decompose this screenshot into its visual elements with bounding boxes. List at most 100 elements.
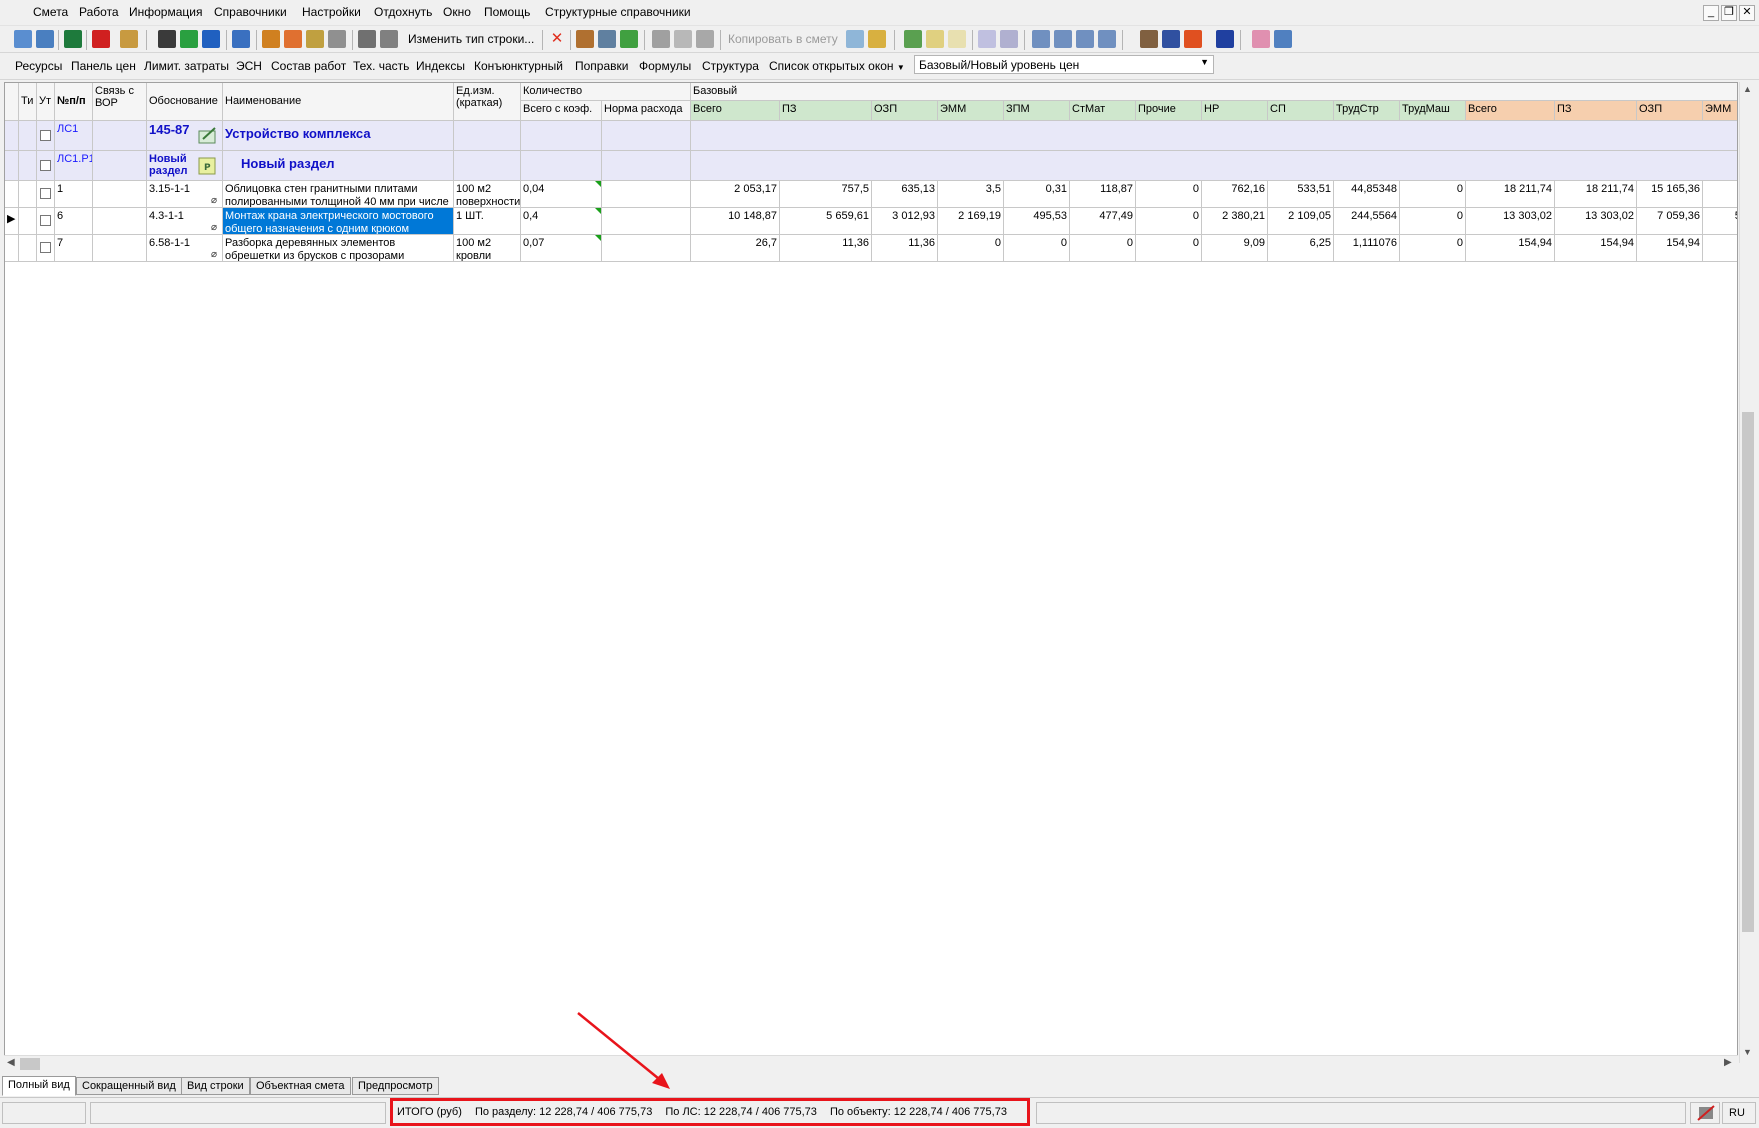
clipboard-icon[interactable] bbox=[868, 30, 886, 48]
filter-icon[interactable] bbox=[978, 30, 996, 48]
vor-cell[interactable] bbox=[93, 121, 147, 151]
base-value-cell[interactable]: 11,36 bbox=[780, 235, 872, 262]
recalc-icon[interactable] bbox=[232, 30, 250, 48]
vor-cell[interactable] bbox=[93, 151, 147, 181]
header-base-trudmash[interactable]: ТрудМаш bbox=[1400, 101, 1466, 121]
indexes-button[interactable]: Индексы bbox=[416, 59, 465, 73]
header-npp[interactable]: №п/п bbox=[55, 83, 93, 121]
norm-cell[interactable] bbox=[602, 235, 691, 262]
unit-cell[interactable] bbox=[454, 151, 521, 181]
car-icon[interactable] bbox=[1162, 30, 1180, 48]
npp-cell[interactable]: ЛС1 bbox=[55, 121, 93, 151]
header-new-ozp[interactable]: ОЗП bbox=[1637, 101, 1703, 121]
section-title[interactable]: Устройство комплекса bbox=[223, 121, 454, 151]
indent-in-icon[interactable] bbox=[1032, 30, 1050, 48]
menu-rabota[interactable]: Работа bbox=[79, 5, 119, 19]
pr-doc-icon[interactable] bbox=[948, 30, 966, 48]
header-base-nr[interactable]: НР bbox=[1202, 101, 1268, 121]
tab-short-view[interactable]: Сокращенный вид bbox=[76, 1077, 182, 1095]
move-up-icon[interactable] bbox=[576, 30, 594, 48]
qty-cell[interactable] bbox=[521, 121, 602, 151]
scroll-thumb[interactable] bbox=[20, 1058, 40, 1070]
search-icon[interactable] bbox=[120, 30, 138, 48]
vor-cell[interactable] bbox=[93, 181, 147, 208]
minimize-icon[interactable]: _ bbox=[1703, 5, 1719, 21]
base-value-cell[interactable]: 0 bbox=[1136, 235, 1202, 262]
move-icon[interactable] bbox=[598, 30, 616, 48]
add-row-icon[interactable] bbox=[14, 30, 32, 48]
machines-icon[interactable] bbox=[328, 30, 346, 48]
vor-cell[interactable] bbox=[93, 235, 147, 262]
new-value-cell[interactable]: 13 303,02 bbox=[1466, 208, 1555, 235]
row-checkbox[interactable] bbox=[40, 188, 51, 199]
header-base-pz[interactable]: ПЗ bbox=[780, 101, 872, 121]
hammer-icon[interactable] bbox=[1140, 30, 1158, 48]
equipment-icon[interactable] bbox=[380, 30, 398, 48]
undo-icon[interactable] bbox=[202, 30, 220, 48]
base-value-cell[interactable]: 0,31 bbox=[1004, 181, 1070, 208]
base-value-cell[interactable]: 757,5 bbox=[780, 181, 872, 208]
base-value-cell[interactable]: 2 169,19 bbox=[938, 208, 1004, 235]
copy-icon[interactable] bbox=[674, 30, 692, 48]
base-value-cell[interactable]: 0 bbox=[1136, 181, 1202, 208]
qty-cell[interactable]: 0,04 bbox=[521, 181, 602, 208]
header-qty-norm[interactable]: Норма расхода bbox=[602, 101, 691, 121]
resources-icon[interactable] bbox=[284, 30, 302, 48]
market-button[interactable]: Конъюнктурный bbox=[474, 59, 563, 73]
new-value-cell[interactable]: 13 303,02 bbox=[1555, 208, 1637, 235]
base-value-cell[interactable]: 3,5 bbox=[938, 181, 1004, 208]
refresh-icon[interactable] bbox=[180, 30, 198, 48]
npp-cell[interactable]: 7 bbox=[55, 235, 93, 262]
change-row-type-button[interactable]: Изменить тип строки... bbox=[408, 32, 534, 46]
header-vor[interactable]: Связь с ВОР bbox=[93, 83, 147, 121]
norm-cell[interactable] bbox=[602, 151, 691, 181]
base-value-cell[interactable]: 1,111076 bbox=[1334, 235, 1400, 262]
menu-otdokhnut[interactable]: Отдохнуть bbox=[374, 5, 432, 19]
row-checkbox[interactable] bbox=[40, 130, 51, 141]
header-base-prochie[interactable]: Прочие bbox=[1136, 101, 1202, 121]
menu-nastroyki[interactable]: Настройки bbox=[302, 5, 361, 19]
restore-icon[interactable]: ❐ bbox=[1721, 5, 1737, 21]
header-base-sp[interactable]: СП bbox=[1268, 101, 1334, 121]
header-unit[interactable]: Ед.изм. (краткая) bbox=[454, 83, 521, 121]
base-value-cell[interactable]: 6,25 bbox=[1268, 235, 1334, 262]
new-value-cell[interactable]: 154,94 bbox=[1637, 235, 1703, 262]
base-value-cell[interactable]: 0 bbox=[1400, 181, 1466, 208]
new-value-cell[interactable]: 15 165,36 bbox=[1637, 181, 1703, 208]
pdf-icon[interactable] bbox=[92, 30, 110, 48]
name-cell[interactable]: Разборка деревянных элементов обрешетки … bbox=[223, 235, 454, 262]
qty-cell[interactable]: 0,4 bbox=[521, 208, 602, 235]
menu-pomoshch[interactable]: Помощь bbox=[484, 5, 530, 19]
new-value-cell[interactable]: 5 0 bbox=[1703, 208, 1737, 235]
tab-preview[interactable]: Предпросмотр bbox=[352, 1077, 439, 1095]
row-checkbox[interactable] bbox=[40, 242, 51, 253]
truck-icon[interactable] bbox=[358, 30, 376, 48]
no-image-icon[interactable] bbox=[1690, 1102, 1720, 1124]
header-new-emm[interactable]: ЭММ bbox=[1703, 101, 1737, 121]
header-base-zpm[interactable]: ЗПМ bbox=[1004, 101, 1070, 121]
unit-cell[interactable]: 100 м2 поверхности bbox=[454, 181, 521, 208]
base-value-cell[interactable]: 3 012,93 bbox=[872, 208, 938, 235]
new-value-cell[interactable]: 18 211,74 bbox=[1466, 181, 1555, 208]
menu-informatsiya[interactable]: Информация bbox=[129, 5, 202, 19]
outdent-out-icon[interactable] bbox=[1098, 30, 1116, 48]
base-value-cell[interactable]: 477,49 bbox=[1070, 208, 1136, 235]
row-checkbox[interactable] bbox=[40, 215, 51, 226]
copy-to-estimate-button[interactable]: Копировать в смету bbox=[728, 32, 838, 46]
base-value-cell[interactable]: 2 053,17 bbox=[691, 181, 780, 208]
section-title[interactable]: Новый раздел bbox=[223, 151, 454, 181]
header-base-trudstr[interactable]: ТрудСтр bbox=[1334, 101, 1400, 121]
delete-icon[interactable]: ✕ bbox=[548, 30, 566, 48]
base-value-cell[interactable]: 5 659,61 bbox=[780, 208, 872, 235]
norm-cell[interactable] bbox=[602, 208, 691, 235]
indent-icon[interactable] bbox=[1054, 30, 1072, 48]
language-indicator[interactable]: RU bbox=[1722, 1102, 1756, 1124]
base-value-cell[interactable]: 9,09 bbox=[1202, 235, 1268, 262]
base-value-cell[interactable]: 0 bbox=[1070, 235, 1136, 262]
tab-row-view[interactable]: Вид строки bbox=[181, 1077, 250, 1095]
menu-spravochniki[interactable]: Справочники bbox=[214, 5, 287, 19]
scroll-up-icon[interactable]: ▲ bbox=[1743, 84, 1752, 94]
scroll-thumb[interactable] bbox=[1742, 412, 1754, 932]
menu-okno[interactable]: Окно bbox=[443, 5, 471, 19]
header-qty-total[interactable]: Всего с коэф. bbox=[521, 101, 602, 121]
